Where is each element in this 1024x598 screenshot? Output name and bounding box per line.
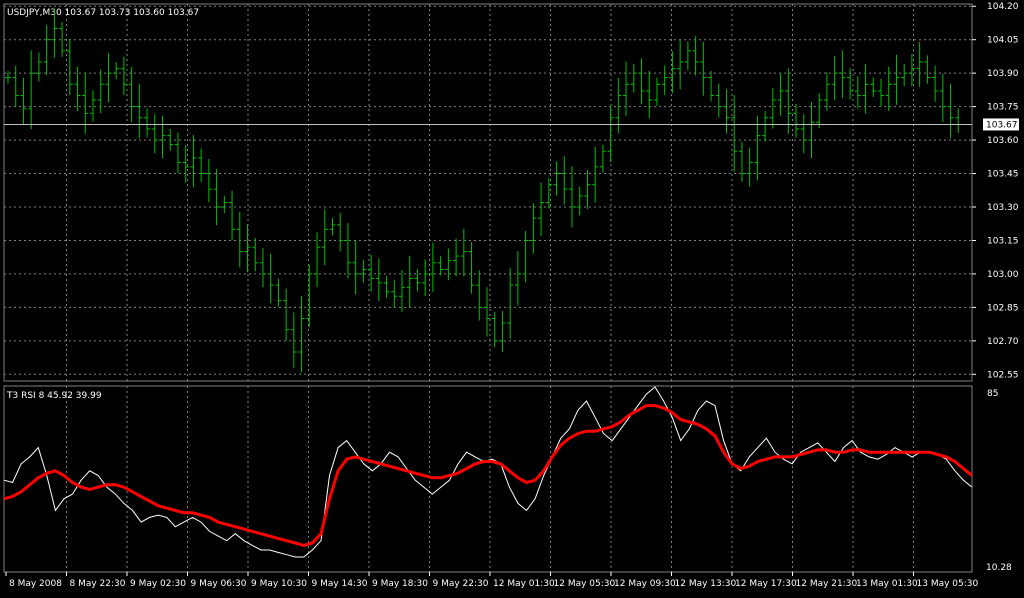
trading-chart[interactable]: USDJPY,M30 103.67 103.73 103.60 103.67 1… [0, 0, 1024, 594]
y-tick-label: 103.90 [987, 69, 1019, 79]
x-tick-label: 13 May 05:30 [917, 579, 979, 589]
y-tick-label: 103.30 [987, 203, 1019, 213]
y-tick-label: 102.85 [987, 303, 1019, 313]
x-tick-label: 9 May 14:30 [312, 579, 368, 589]
current-price-marker: 103.67 [983, 118, 1019, 131]
y-tick-label: 104.20 [987, 2, 1019, 12]
x-tick-label: 9 May 10:30 [251, 579, 307, 589]
x-tick-label: 8 May 22:30 [70, 579, 126, 589]
rsi-panel-header: T3 RSI 8 45.92 39.99 [6, 391, 102, 401]
x-tick-label: 12 May 09:30 [614, 579, 676, 589]
y-tick-label: 103.75 [987, 103, 1019, 113]
y-tick-label: 103.60 [987, 136, 1019, 146]
rsi-y-tick-label: 85 [987, 389, 998, 399]
x-tick-label: 9 May 02:30 [130, 579, 186, 589]
x-tick-label: 12 May 01:30 [493, 579, 555, 589]
price-panel-header: USDJPY,M30 103.67 103.73 103.60 103.67 [7, 8, 199, 18]
chart-canvas[interactable]: USDJPY,M30 103.67 103.73 103.60 103.67 1… [0, 0, 1024, 594]
y-tick-label: 104.05 [987, 36, 1019, 46]
y-tick-label: 102.55 [987, 370, 1019, 380]
x-tick-label: 9 May 22:30 [433, 579, 489, 589]
x-tick-label: 9 May 18:30 [372, 579, 428, 589]
x-tick-label: 12 May 21:30 [796, 579, 858, 589]
x-tick-label: 12 May 05:30 [554, 579, 616, 589]
y-tick-label: 103.00 [987, 270, 1019, 280]
y-tick-label: 103.45 [987, 170, 1019, 180]
x-tick-label: 12 May 17:30 [735, 579, 797, 589]
y-tick-label: 103.15 [987, 236, 1019, 246]
x-tick-label: 13 May 01:30 [856, 579, 918, 589]
x-tick-label: 8 May 2008 [9, 579, 62, 589]
x-tick-label: 9 May 06:30 [191, 579, 247, 589]
x-tick-label: 12 May 13:30 [675, 579, 737, 589]
y-tick-label: 102.70 [987, 337, 1019, 347]
rsi-y-tick-label: 10.28 [986, 563, 1012, 573]
current-price-label: 103.67 [986, 120, 1018, 130]
